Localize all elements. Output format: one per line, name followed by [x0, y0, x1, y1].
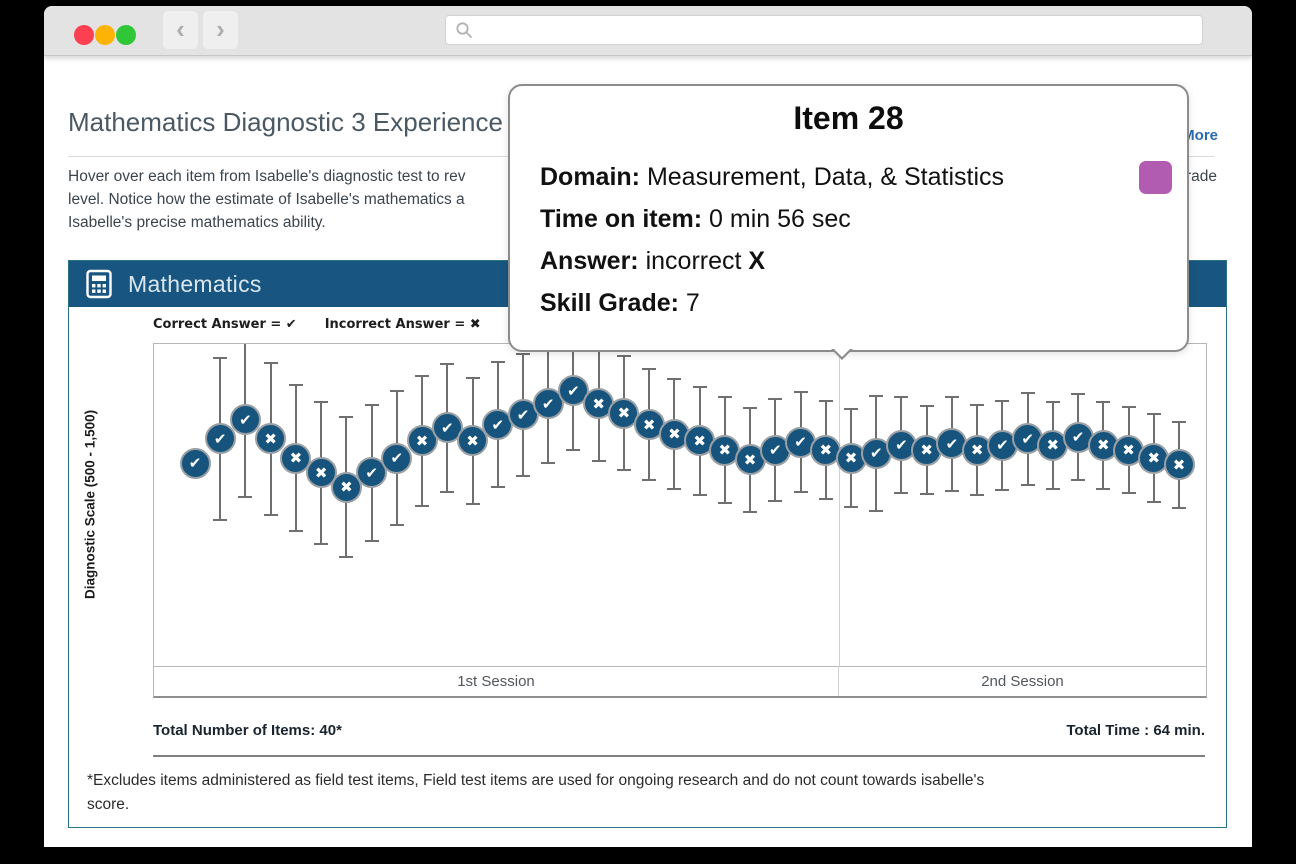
search-input[interactable]	[480, 17, 1184, 43]
tooltip-time-value: 0 min 56 sec	[709, 205, 851, 233]
tooltip-time-label: Time on item:	[540, 205, 702, 233]
tooltip-skill-row: Skill Grade: 7	[540, 282, 700, 324]
tooltip-skill-value: 7	[686, 289, 700, 317]
traffic-light-zoom-button[interactable]	[116, 25, 136, 45]
page-title: Mathematics Diagnostic 3 Experience	[68, 107, 503, 138]
chevron-right-icon: ›	[216, 14, 225, 44]
session-axis: 1st Session 2nd Session	[153, 666, 1207, 698]
tooltip-answer-glyph: X	[748, 247, 765, 275]
tooltip-skill-label: Skill Grade:	[540, 289, 679, 317]
intro-line-1-fragment: rade	[1186, 168, 1217, 186]
chevron-left-icon: ‹	[176, 14, 185, 44]
session-1-label: 1st Session	[154, 666, 839, 696]
tooltip-answer-label: Answer:	[540, 247, 639, 275]
traffic-light-minimize-button[interactable]	[95, 25, 115, 45]
y-axis-label: Diagnostic Scale (500 - 1,500)	[77, 343, 103, 665]
traffic-light-close-button[interactable]	[74, 25, 94, 45]
tooltip-answer-value: incorrect	[646, 247, 742, 275]
plot-area: ✔✔✔✖✖✖✖✔✔✖✔✖✔✔✔✔✖✖✖✖✖✖✖✔✔✖✖✔✔✖✔✖✔✔✖✔✖✖✖✖	[153, 343, 1207, 667]
legend-correct: Correct Answer = ✔	[153, 317, 297, 332]
item-tooltip: Item 28 Domain: Measurement, Data, & Sta…	[508, 84, 1189, 352]
tooltip-time-row: Time on item: 0 min 56 sec	[540, 198, 851, 240]
totals-row: Total Number of Items: 40* Total Time : …	[153, 722, 1205, 739]
session-divider-line	[839, 344, 840, 666]
chart-item-1[interactable]: ✔	[180, 448, 211, 479]
chart-legend: Correct Answer = ✔ Incorrect Answer = ✖	[153, 317, 481, 332]
footnote-line-1: *Excludes items administered as field te…	[87, 769, 1177, 793]
browser-chrome: ‹ ›	[44, 6, 1252, 56]
intro-line-2: level. Notice how the estimate of Isabel…	[68, 191, 465, 209]
total-time-label: Total Time : 64 min.	[1066, 722, 1205, 739]
tooltip-domain-label: Domain:	[540, 163, 640, 191]
session-2-label: 2nd Session	[839, 666, 1206, 696]
tooltip-domain-row: Domain: Measurement, Data, & Statistics	[540, 156, 1004, 198]
calculator-icon	[85, 269, 113, 299]
intro-line-1: Hover over each item from Isabelle's dia…	[68, 168, 466, 186]
intro-line-3: Isabelle's precise mathematics ability.	[68, 214, 326, 232]
browser-window: ‹ › Mathematics Diagnostic 3 Experience …	[44, 6, 1252, 847]
panel-title: Mathematics	[128, 271, 262, 298]
total-items-label: Total Number of Items: 40*	[153, 722, 342, 739]
domain-color-swatch	[1139, 161, 1172, 194]
back-button[interactable]: ‹	[163, 11, 198, 49]
legend-incorrect: Incorrect Answer = ✖	[325, 317, 481, 332]
chart-item-2[interactable]: ✔	[205, 423, 236, 454]
forward-button[interactable]: ›	[203, 11, 238, 49]
totals-divider	[153, 755, 1205, 757]
search-icon	[455, 21, 473, 39]
tooltip-title: Item 28	[510, 100, 1187, 137]
tooltip-answer-row: Answer: incorrect X	[540, 240, 765, 282]
footnote: *Excludes items administered as field te…	[87, 769, 1177, 817]
footnote-line-2: score.	[87, 793, 1177, 817]
tooltip-domain-value: Measurement, Data, & Statistics	[647, 163, 1004, 191]
address-search-bar[interactable]	[445, 15, 1203, 45]
chart-item-40[interactable]: ✖	[1164, 449, 1195, 480]
